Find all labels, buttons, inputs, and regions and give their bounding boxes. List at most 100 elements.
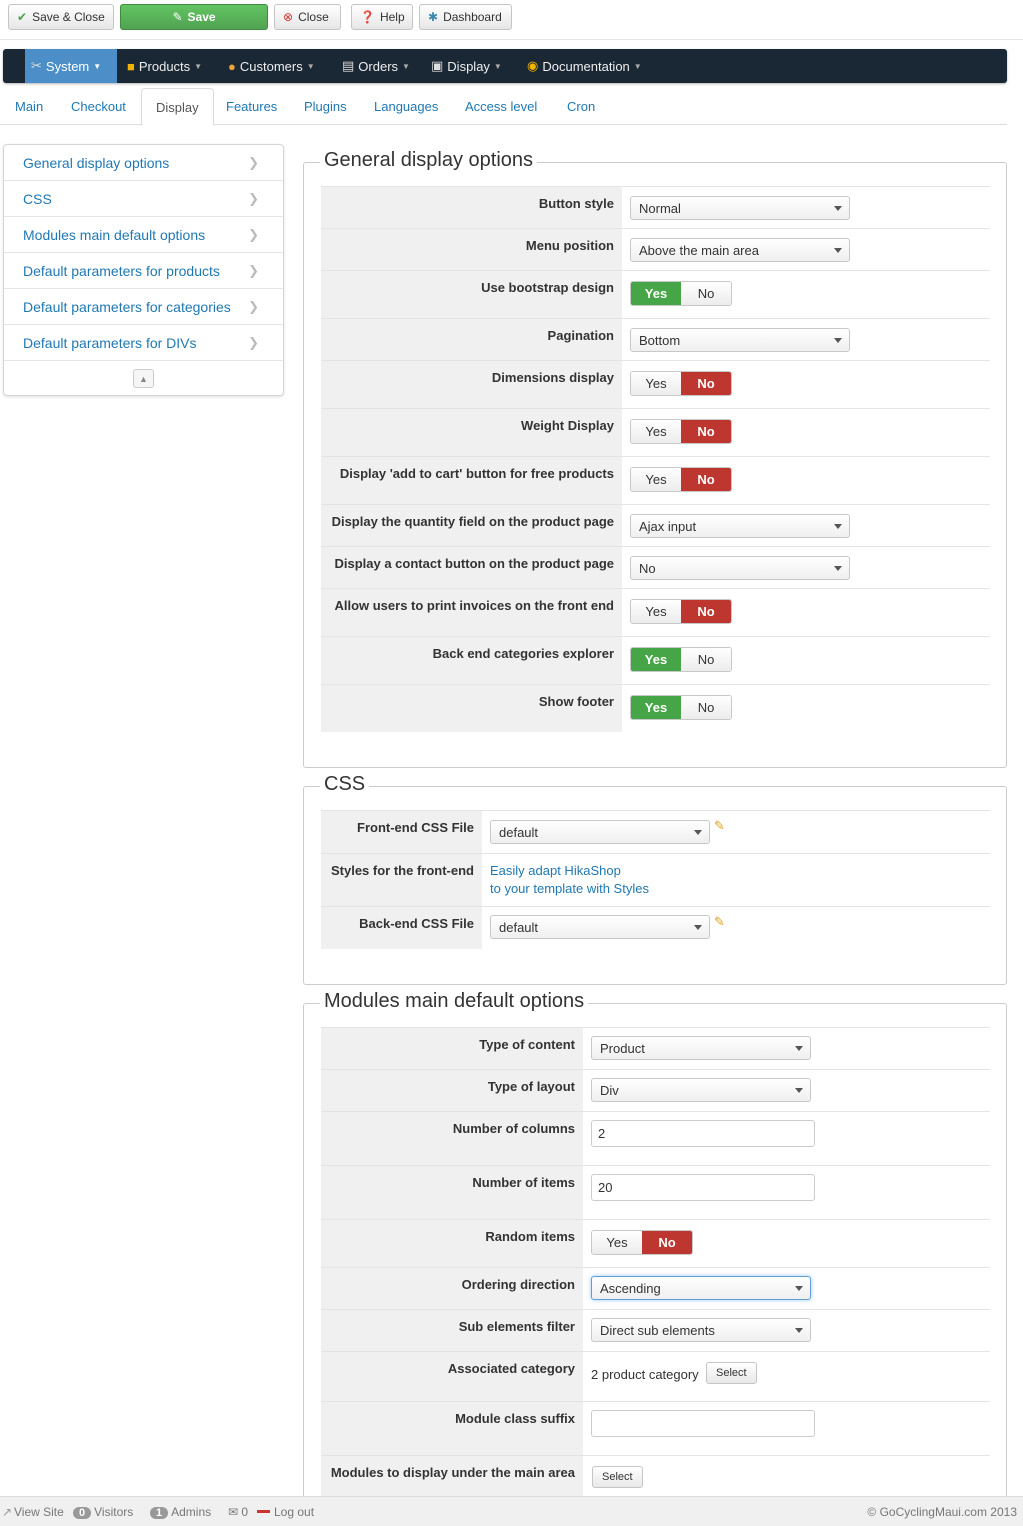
menu-display[interactable]: ▣ Display ▼: [425, 49, 508, 83]
tab-features[interactable]: Features: [212, 88, 291, 125]
menu-products[interactable]: ■ Products ▼: [121, 49, 208, 83]
add-to-cart-toggle[interactable]: Yes No: [630, 467, 732, 492]
setting-row: Menu position Above the main area: [321, 228, 990, 270]
edit-icon: ✎: [172, 10, 183, 24]
logout-link[interactable]: Log out: [274, 1505, 314, 1519]
sidenav-item-general-display[interactable]: General display options ❯: [4, 145, 283, 181]
setting-row: Type of layout Div: [321, 1069, 990, 1111]
setting-row: Use bootstrap design Yes No: [321, 270, 990, 318]
sidenav-item-categories[interactable]: Default parameters for categories ❯: [4, 289, 283, 325]
tab-languages[interactable]: Languages: [360, 88, 452, 125]
menu-system[interactable]: ✂ System ▼: [25, 49, 117, 83]
menu-documentation[interactable]: ◉ Documentation ▼: [521, 49, 648, 83]
chevron-right-icon: ❯: [248, 155, 259, 170]
help-button[interactable]: ❓ Help: [351, 4, 413, 30]
chevron-right-icon: ❯: [248, 299, 259, 314]
tab-plugins[interactable]: Plugins: [290, 88, 361, 125]
copyright-text: © GoCyclingMaui.com 2013: [867, 1504, 1017, 1519]
menu-orders[interactable]: ▤ Orders ▼: [336, 49, 416, 83]
scroll-top-button[interactable]: ▲: [133, 369, 154, 388]
caret-icon: ▼: [93, 61, 102, 71]
main-menu: ✂ System ▼ ■ Products ▼ ● Customers ▼ ▤ Orders ▼…: [3, 49, 1007, 83]
setting-row: Back-end CSS File default ✎: [321, 906, 990, 949]
view-site-link[interactable]: View Site: [14, 1505, 64, 1519]
chevron-down-icon: [834, 566, 842, 571]
setting-row: Sub elements filter Direct sub elements: [321, 1309, 990, 1351]
frontend-css-select[interactable]: default: [490, 820, 710, 844]
close-button[interactable]: ⊗ Close: [274, 4, 341, 30]
type-of-layout-select[interactable]: Div: [591, 1078, 811, 1102]
caret-icon: ▼: [493, 61, 502, 71]
toolbar: ✔ Save & Close ✎ Save ⊗ Close ❓ Help ✱ Dashbo…: [0, 0, 1023, 40]
dashboard-button[interactable]: ✱ Dashboard: [419, 4, 512, 30]
styles-link[interactable]: Easily adapt HikaShop: [490, 862, 982, 880]
random-items-toggle[interactable]: Yes No: [591, 1230, 693, 1255]
wrench-icon: ✂: [31, 58, 42, 73]
module-class-suffix-input[interactable]: [591, 1410, 815, 1437]
associated-category-value: 2 product category: [591, 1367, 699, 1382]
sidenav-item-products[interactable]: Default parameters for products ❯: [4, 253, 283, 289]
styles-link[interactable]: to your template with Styles: [490, 880, 982, 898]
tab-access-level[interactable]: Access level: [451, 88, 551, 125]
setting-row: Module class suffix: [321, 1401, 990, 1455]
ordering-direction-select[interactable]: Ascending: [591, 1276, 811, 1300]
modules-fieldset: Modules main default options Type of con…: [303, 990, 1007, 1523]
documentation-icon: ◉: [527, 58, 539, 73]
admins-count-badge: 1: [150, 1506, 169, 1519]
chevron-down-icon: [834, 524, 842, 529]
columns-input[interactable]: 2: [591, 1120, 815, 1147]
save-button[interactable]: ✎ Save: [120, 4, 268, 30]
sidenav-item-divs[interactable]: Default parameters for DIVs ❯: [4, 325, 283, 361]
dimensions-toggle[interactable]: Yes No: [630, 371, 732, 396]
setting-row: Random items Yes No: [321, 1219, 990, 1267]
bootstrap-toggle[interactable]: Yes No: [630, 281, 732, 306]
css-fieldset: CSS Front-end CSS File default ✎ Styles f…: [303, 773, 1007, 985]
setting-row: Display the quantity field on the produc…: [321, 504, 990, 546]
type-of-content-select[interactable]: Product: [591, 1036, 811, 1060]
weight-toggle[interactable]: Yes No: [630, 419, 732, 444]
tab-display[interactable]: Display: [141, 88, 214, 126]
caret-icon: ▼: [633, 61, 642, 71]
chevron-down-icon: [795, 1088, 803, 1093]
caret-icon: ▼: [306, 61, 315, 71]
tab-main[interactable]: Main: [1, 88, 57, 125]
categories-explorer-toggle[interactable]: Yes No: [630, 647, 732, 672]
chevron-down-icon: [834, 248, 842, 253]
setting-row: Back end categories explorer Yes No: [321, 636, 990, 684]
setting-row: Weight Display Yes No: [321, 408, 990, 456]
tab-checkout[interactable]: Checkout: [57, 88, 140, 125]
save-close-button[interactable]: ✔ Save & Close: [8, 4, 114, 30]
logout-icon: [257, 1510, 270, 1513]
help-icon: ❓: [360, 10, 375, 24]
contact-button-select[interactable]: No: [630, 556, 850, 580]
mail-status[interactable]: ✉ 0: [228, 1505, 248, 1519]
sidenav-item-modules[interactable]: Modules main default options ❯: [4, 217, 283, 253]
customers-icon: ●: [228, 58, 236, 74]
select-category-button[interactable]: Select: [706, 1362, 757, 1384]
print-invoices-toggle[interactable]: Yes No: [630, 599, 732, 624]
show-footer-toggle[interactable]: Yes No: [630, 695, 732, 720]
chevron-down-icon: [694, 830, 702, 835]
tab-cron[interactable]: Cron: [553, 88, 609, 125]
pagination-select[interactable]: Bottom: [630, 328, 850, 352]
setting-row: Styles for the front-end Easily adapt Hi…: [321, 853, 990, 906]
fieldset-title: Modules main default options: [320, 990, 589, 1013]
edit-css-icon[interactable]: ✎: [714, 914, 728, 929]
menu-customers[interactable]: ● Customers ▼: [222, 49, 321, 83]
setting-row: Dimensions display Yes No: [321, 360, 990, 408]
sidenav-item-css[interactable]: CSS ❯: [4, 181, 283, 217]
select-modules-button[interactable]: Select: [592, 1466, 643, 1488]
button-style-select[interactable]: Normal: [630, 196, 850, 220]
quantity-field-select[interactable]: Ajax input: [630, 514, 850, 538]
backend-css-select[interactable]: default: [490, 915, 710, 939]
chevron-down-icon: [795, 1046, 803, 1051]
edit-css-icon[interactable]: ✎: [714, 818, 728, 833]
fieldset-title: General display options: [320, 149, 538, 172]
chevron-down-icon: [795, 1328, 803, 1333]
setting-row: Ordering direction Ascending: [321, 1267, 990, 1309]
items-input[interactable]: 20: [591, 1174, 815, 1201]
menu-position-select[interactable]: Above the main area: [630, 238, 850, 262]
check-icon: ✔: [17, 10, 28, 24]
sub-elements-select[interactable]: Direct sub elements: [591, 1318, 811, 1342]
status-footer: ↗ View Site 0 Visitors 1 Admins ✉ 0 Log ou…: [0, 1496, 1023, 1526]
